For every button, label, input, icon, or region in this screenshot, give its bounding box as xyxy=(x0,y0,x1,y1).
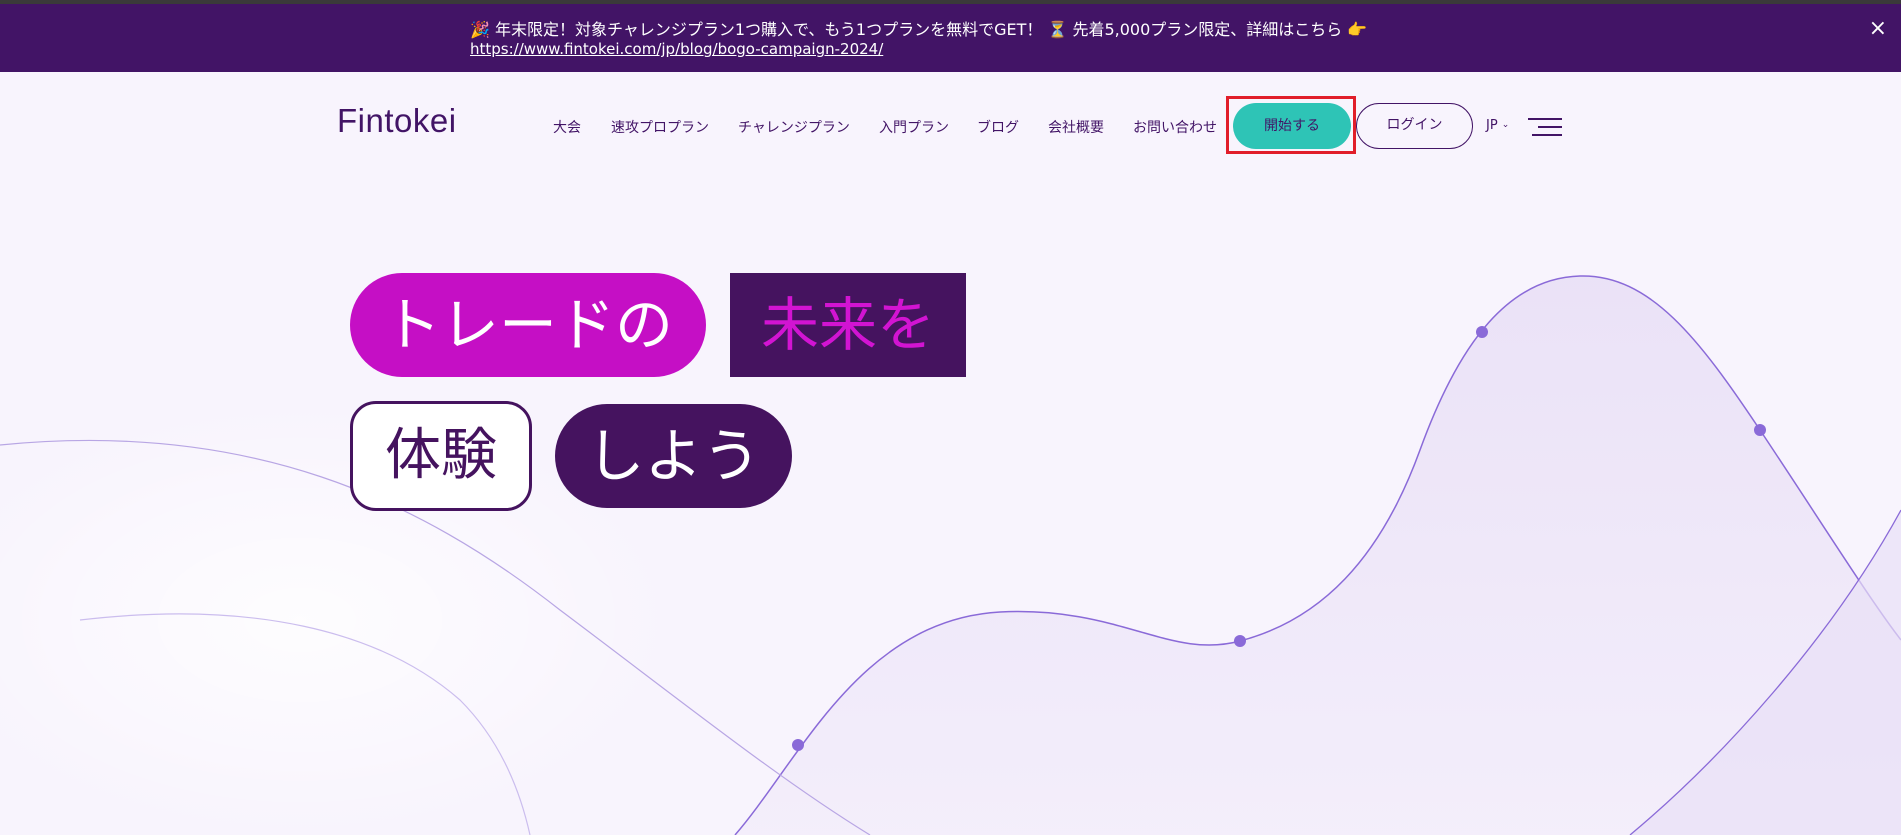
nav-item-blog[interactable]: ブログ xyxy=(977,117,1019,137)
hamburger-icon[interactable] xyxy=(1528,116,1562,138)
login-button[interactable]: ログイン xyxy=(1356,103,1473,149)
close-icon[interactable]: × xyxy=(1869,18,1887,40)
chart-point xyxy=(1234,635,1246,647)
language-label: JP xyxy=(1486,118,1498,133)
promo-banner-text: 🎉 年末限定！対象チャレンジプラン1つ購入で、もう1つプランを無料でGET！ ⏳… xyxy=(470,20,1368,39)
promo-banner-link[interactable]: https://www.fintokei.com/jp/blog/bogo-ca… xyxy=(470,40,883,58)
main-navbar: Fintokei 大会 速攻プロプラン チャレンジプラン 入門プラン ブログ 会… xyxy=(0,72,1901,178)
chart-point xyxy=(792,739,804,751)
nav-item-starter-plan[interactable]: 入門プラン xyxy=(879,117,949,137)
nav-item-challenge-plan[interactable]: チャレンジプラン xyxy=(738,117,850,137)
nav-item-company[interactable]: 会社概要 xyxy=(1048,117,1104,137)
nav-item-tournament[interactable]: 大会 xyxy=(553,117,581,137)
site-logo[interactable]: Fintokei xyxy=(337,102,457,140)
hero-word-future: 未来を xyxy=(730,273,966,377)
chart-point xyxy=(1754,424,1766,436)
hero-word-experience: 体験 xyxy=(350,401,532,511)
hero-word-trade: トレードの xyxy=(350,273,706,377)
chevron-down-icon: ⌄ xyxy=(1501,120,1510,130)
hero-word-lets: しよう xyxy=(555,404,792,508)
promo-banner: 🎉 年末限定！対象チャレンジプラン1つ購入で、もう1つプランを無料でGET！ ⏳… xyxy=(0,4,1901,72)
nav-item-contact[interactable]: お問い合わせ xyxy=(1133,117,1217,137)
language-selector[interactable]: JP ⌄ xyxy=(1486,118,1509,133)
start-button[interactable]: 開始する xyxy=(1233,103,1351,149)
chart-point xyxy=(1476,326,1488,338)
nav-item-speed-pro-plan[interactable]: 速攻プロプラン xyxy=(611,117,709,137)
